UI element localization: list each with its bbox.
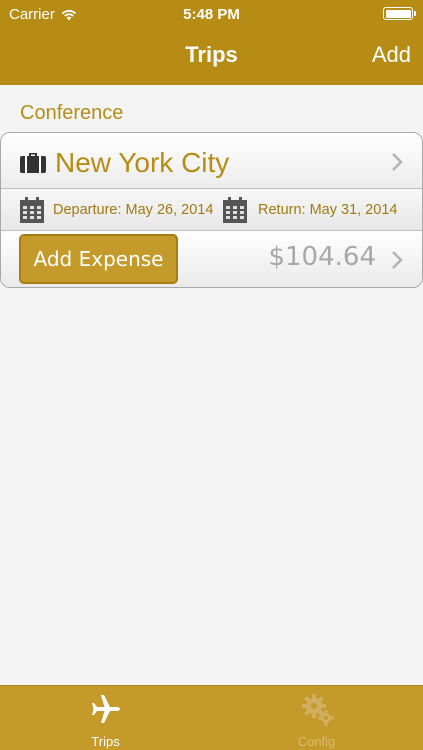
- add-expense-button[interactable]: Add Expense: [19, 234, 178, 284]
- battery-icon: [383, 7, 416, 20]
- trip-dates-row: Departure: May 26, 2014 Return: May 31, …: [1, 189, 422, 231]
- header: Carrier 5:48 PM Trips Add: [0, 0, 423, 85]
- tab-trips[interactable]: Trips: [0, 686, 211, 750]
- trip-card: New York City Departure: May 26, 2014 Re…: [0, 132, 423, 288]
- tab-config-label: Config: [297, 734, 336, 749]
- briefcase-icon: [20, 153, 46, 173]
- gears-icon: [301, 694, 334, 726]
- tab-bar: Trips Config: [0, 685, 423, 750]
- tab-trips-label: Trips: [91, 734, 120, 749]
- chevron-right-icon: [392, 153, 403, 171]
- clock: 5:48 PM: [183, 6, 240, 23]
- tab-config[interactable]: Config: [211, 686, 422, 750]
- battery-fill: [385, 9, 411, 18]
- airplane-icon: [91, 695, 120, 723]
- departure-date: Departure: May 26, 2014: [53, 202, 214, 218]
- return-date: Return: May 31, 2014: [258, 202, 398, 218]
- nav-title: Trips: [185, 42, 238, 67]
- expense-total: $104.64: [268, 242, 376, 272]
- trip-destination-row[interactable]: New York City: [1, 133, 422, 189]
- chevron-right-icon: [392, 251, 403, 269]
- add-trip-button[interactable]: Add: [372, 42, 411, 68]
- section-header: Conference: [20, 102, 124, 124]
- status-bar: Carrier 5:48 PM: [0, 0, 423, 28]
- calendar-icon: [223, 197, 247, 223]
- trip-destination: New York City: [55, 147, 230, 178]
- calendar-icon: [20, 197, 44, 223]
